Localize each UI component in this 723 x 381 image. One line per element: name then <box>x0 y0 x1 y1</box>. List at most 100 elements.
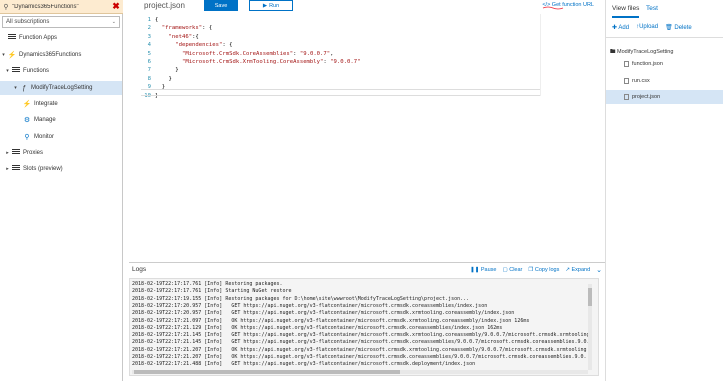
clear-icon: ▢ <box>502 267 508 273</box>
file-item-function-json[interactable]: function.json <box>606 57 723 71</box>
run-button-label: Run <box>269 2 280 9</box>
chevron-down-icon[interactable]: ▾ <box>12 85 19 91</box>
sidebar-item-functions[interactable]: ▾ Functions <box>0 64 122 78</box>
sidebar-item-proxies[interactable]: ▸ Proxies <box>0 146 122 160</box>
sidebar-item-manage[interactable]: ⚙ Manage <box>0 113 122 127</box>
expand-label: Expand <box>571 267 591 273</box>
tab-view-files[interactable]: View files <box>612 5 640 18</box>
function-app-icon: ⚡ <box>7 52 17 59</box>
log-line: 2018-02-19T22:17:21.097 [Info] OK https:… <box>132 317 530 324</box>
chevron-right-icon[interactable]: ▸ <box>4 150 11 156</box>
delete-button[interactable]: 🗑 Delete <box>665 24 692 31</box>
sidebar-item-label: Function Apps <box>19 35 58 41</box>
save-button[interactable]: Save <box>204 0 238 11</box>
pause-icon: ❚❚ <box>470 267 480 273</box>
search-input[interactable]: "Dynamics365Functions" <box>12 4 109 10</box>
vertical-scrollbar[interactable] <box>588 284 592 370</box>
code-line: } <box>155 75 172 82</box>
current-line-highlight <box>141 89 540 96</box>
file-name: run.csx <box>632 78 650 84</box>
code-line: "frameworks": { <box>161 25 213 32</box>
sidebar-item-label: Manage <box>34 117 56 123</box>
log-line: 2018-02-19T22:17:21.145 [Info] GET https… <box>132 332 590 339</box>
run-button[interactable]: ▶ Run <box>249 0 293 11</box>
list-icon <box>11 149 21 157</box>
sidebar-item-integrate[interactable]: ⚡ Integrate <box>0 97 122 111</box>
pause-button[interactable]: ❚❚ Pause <box>470 267 496 273</box>
subscription-select[interactable]: All subscriptions ⌄ <box>2 16 120 28</box>
right-panel: View files Test ✚ Add ↑Upload 🗑 Delete 🖿… <box>605 0 723 381</box>
plus-icon: ✚ <box>612 25 618 31</box>
line-number: 2 <box>147 25 151 32</box>
sidebar-item-slots[interactable]: ▸ Slots (preview) <box>0 162 122 176</box>
logs-title: Logs <box>132 266 147 273</box>
trash-icon: 🗑 <box>665 25 673 31</box>
folder-row[interactable]: 🖿 ModifyTraceLogSetting <box>610 48 673 57</box>
file-icon <box>624 61 629 67</box>
sidebar-item-label: Slots (preview) <box>23 166 63 172</box>
copy-icon: ❐ <box>528 267 534 273</box>
list-icon <box>7 34 17 42</box>
save-button-label: Save <box>214 2 228 9</box>
file-name: project.json <box>144 1 185 10</box>
code-line: { <box>155 17 159 23</box>
sidebar-item-dynamics365functions[interactable]: ▾ ⚡ Dynamics365Functions <box>0 48 122 62</box>
clear-button[interactable]: ▢ Clear <box>503 267 523 273</box>
copy-logs-button[interactable]: ❐ Copy logs <box>528 267 559 273</box>
list-icon <box>11 67 21 75</box>
log-line: 2018-02-19T22:17:20.957 [Info] GET https… <box>132 302 488 309</box>
subscription-select-value: All subscriptions <box>6 19 50 25</box>
lightning-icon: ⚡ <box>22 101 32 108</box>
log-line: 2018-02-19T22:17:17.761 [Info] Starting … <box>132 288 292 295</box>
collapse-chevron-icon[interactable]: ⌄ <box>596 266 602 274</box>
folder-icon: 🖿 <box>610 49 616 55</box>
expand-icon: ↗ <box>565 267 570 273</box>
line-number: 7 <box>147 67 151 74</box>
file-actions: ✚ Add ↑Upload 🗑 Delete <box>612 24 692 31</box>
line-number: 1 <box>147 17 151 23</box>
sidebar-item-function-apps[interactable]: Function Apps <box>0 31 122 45</box>
chevron-down-icon[interactable]: ▾ <box>0 52 7 58</box>
add-file-button[interactable]: ✚ Add <box>612 24 629 31</box>
file-item-project-json[interactable]: project.json <box>606 90 723 104</box>
divider <box>606 37 723 38</box>
log-line: 2018-02-19T22:17:21.207 [Info] OK https:… <box>132 354 587 360</box>
search-box[interactable]: ⚲ "Dynamics365Functions" ✖ <box>0 0 123 14</box>
line-number: 8 <box>147 75 151 82</box>
scrollbar-thumb[interactable] <box>134 370 400 374</box>
line-number: 3 <box>147 33 151 40</box>
tab-test[interactable]: Test <box>646 5 658 12</box>
app-root: ⚲ "Dynamics365Functions" ✖ All subscript… <box>0 0 723 381</box>
file-item-run-csx[interactable]: run.csx <box>606 74 723 88</box>
chevron-right-icon[interactable]: ▸ <box>4 166 11 172</box>
annotation-scribble <box>542 6 564 10</box>
sidebar-item-label: Proxies <box>23 150 44 156</box>
log-line: 2018-02-19T22:17:21.207 [Info] OK https:… <box>132 346 587 353</box>
line-number: 5 <box>147 50 151 57</box>
expand-button[interactable]: ↗ Expand <box>565 267 590 273</box>
log-line: 2018-02-19T22:17:21.129 [Info] OK https:… <box>132 324 503 331</box>
clear-label: Clear <box>509 267 523 273</box>
sidebar-item-modifytracelogsetting[interactable]: ▾ ƒ ModifyTraceLogSetting <box>0 81 122 95</box>
chevron-down-icon[interactable]: ▾ <box>4 68 11 74</box>
code-editor[interactable]: 1 {2 "frameworks": {3 "net46":{4 "depende… <box>141 14 598 99</box>
logs-output[interactable]: 2018-02-19T22:17:21.488 [Info] GET https… <box>129 278 599 376</box>
file-icon <box>624 78 629 84</box>
log-line: 2018-02-19T22:17:21.488 [Info] GET https… <box>132 361 476 368</box>
line-number: 4 <box>147 42 151 49</box>
clear-search-icon[interactable]: ✖ <box>109 1 123 12</box>
upload-button[interactable]: ↑Upload <box>636 24 658 31</box>
log-line: 2018-02-19T22:17:19.155 [Info] Restoring… <box>132 295 470 302</box>
sidebar-item-monitor[interactable]: ⚲ Monitor <box>0 130 122 144</box>
file-name: project.json <box>632 94 661 100</box>
line-number: 6 <box>147 59 151 65</box>
sidebar-item-label: Dynamics365Functions <box>19 52 82 58</box>
horizontal-scrollbar[interactable] <box>132 370 588 374</box>
logs-panel: Logs ❚❚ Pause ▢ Clear ❐ Copy logs ↗ Expa… <box>129 262 605 381</box>
gear-icon: ⚙ <box>23 117 31 124</box>
code-line: "Microsoft.CrmSdk.CoreAssemblies": "9.0.… <box>181 50 334 57</box>
code-line: "net46":{ <box>168 33 199 40</box>
sidebar-item-label: ModifyTraceLogSetting <box>31 85 93 91</box>
logs-actions: ❚❚ Pause ▢ Clear ❐ Copy logs ↗ Expand ⌄ <box>470 266 602 274</box>
scrollbar-thumb[interactable] <box>588 288 592 306</box>
